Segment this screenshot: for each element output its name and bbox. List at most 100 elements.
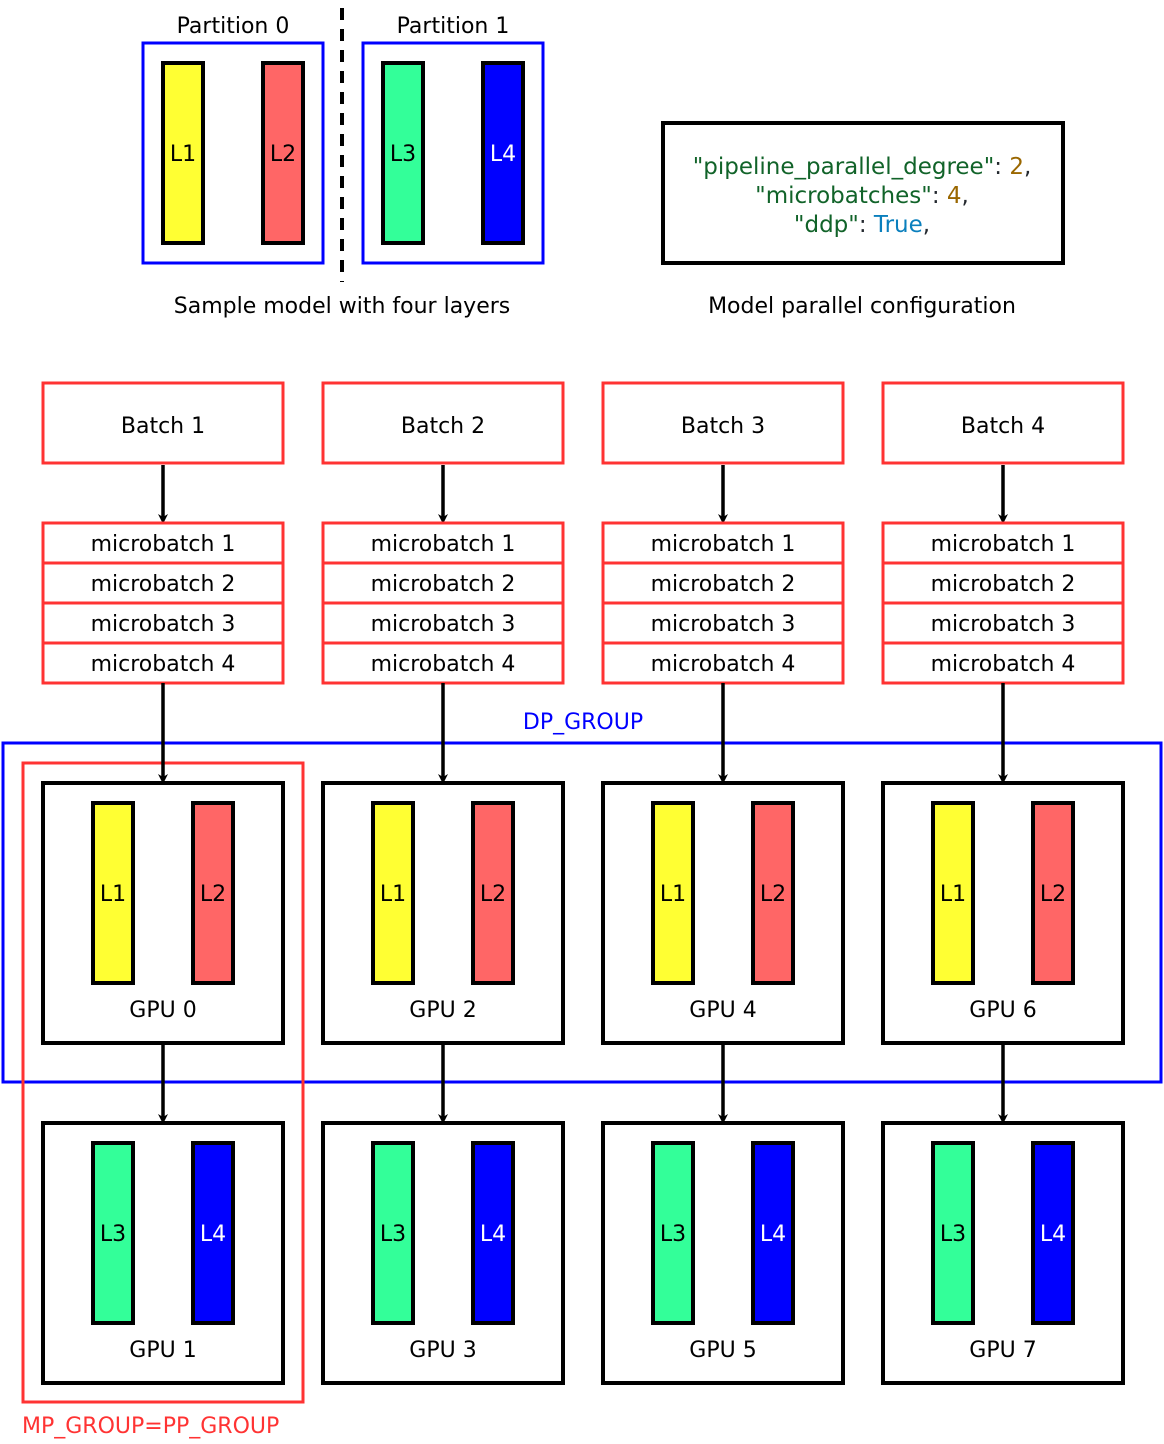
layer-label: L2 [480, 882, 506, 907]
model-caption: Sample model with four layers [174, 294, 511, 319]
microbatch-label: microbatch 4 [371, 652, 516, 677]
microbatch-label: microbatch 1 [931, 532, 1076, 557]
layer-label: L4 [1040, 1222, 1066, 1247]
partition-0: Partition 0 L1 L2 [141, 14, 325, 265]
config-line: "pipeline_parallel_degree": 2, [693, 154, 1032, 180]
microbatch-stack: microbatch 1 microbatch 2 microbatch 3 micr… [321, 521, 565, 685]
gpu-5: L3 L4 GPU 5 [601, 1121, 845, 1385]
microbatch-label: microbatch 4 [91, 652, 236, 677]
gpu-label: GPU 1 [129, 1338, 196, 1363]
parallelism-diagram: Partition 0 L1 L2 Partition 1 L3 L4 Sample mo… [1, 8, 1163, 1439]
gpu-6: L1 L2 GPU 6 [881, 781, 1125, 1045]
layer-label: L2 [760, 882, 786, 907]
dp-group-label: DP_GROUP [523, 710, 643, 735]
column-3: Batch 3microbatch 1microbatch 2microbatc… [601, 381, 845, 1385]
column-4: Batch 4 microbatch 1 microbatch 2 microbatc… [881, 381, 1125, 1385]
column-1: Batch 1microbatch 1microbatch 2microbatc… [41, 381, 285, 1385]
layer-l1: L1 [931, 801, 975, 985]
layer-l1: L1 [161, 61, 205, 245]
partition-label: Partition 1 [397, 14, 510, 39]
layer-l2: L2 [191, 801, 235, 985]
microbatch-label: microbatch 2 [651, 572, 796, 597]
layer-label: L2 [200, 882, 226, 907]
layer-l4: L4 [1031, 1141, 1075, 1325]
microbatch-label: microbatch 2 [931, 572, 1076, 597]
microbatch-stack: microbatch 1 microbatch 2 microbatch 3 micr… [601, 521, 845, 685]
batch-box: Batch 3 [601, 381, 845, 465]
layer-l3: L3 [91, 1141, 135, 1325]
layer-label: L4 [490, 142, 516, 167]
layer-label: L3 [660, 1222, 686, 1247]
layer-l4: L4 [471, 1141, 515, 1325]
layer-l4: L4 [481, 61, 525, 245]
layer-label: L2 [270, 142, 296, 167]
config-caption: Model parallel configuration [708, 294, 1016, 319]
microbatch-stack: microbatch 1 microbatch 2 microbatch 3 micr… [41, 521, 285, 685]
gpu-4: L1 L2 GPU 4 [601, 781, 845, 1045]
layer-label: L4 [480, 1222, 506, 1247]
batch-label: Batch 4 [961, 414, 1045, 439]
layer-label: L3 [940, 1222, 966, 1247]
microbatch-label: microbatch 3 [91, 612, 236, 637]
config-sep: : [859, 212, 874, 238]
layer-l3: L3 [371, 1141, 415, 1325]
layer-l2: L2 [471, 801, 515, 985]
gpu-label: GPU 5 [689, 1338, 756, 1363]
layer-l2: L2 [751, 801, 795, 985]
gpu-label: GPU 6 [969, 998, 1036, 1023]
microbatch-label: microbatch 4 [931, 652, 1076, 677]
partition-1: Partition 1 L3 L4 [361, 14, 545, 265]
layer-l1: L1 [371, 801, 415, 985]
layer-label: L4 [200, 1222, 226, 1247]
config-value: True [873, 212, 923, 238]
layer-label: L3 [100, 1222, 126, 1247]
gpu-label: GPU 0 [129, 998, 196, 1023]
layer-label: L3 [390, 142, 416, 167]
gpu-7: L3 L4 GPU 7 [881, 1121, 1125, 1385]
microbatch-label: microbatch 2 [371, 572, 516, 597]
config-value: 2 [1009, 154, 1024, 180]
gpu-3: L3 L4 GPU 3 [321, 1121, 565, 1385]
batch-box: Batch 4 [881, 381, 1125, 465]
microbatch-label: microbatch 4 [651, 652, 796, 677]
layer-label: L1 [380, 882, 406, 907]
gpu-label: GPU 4 [689, 998, 756, 1023]
layer-l1: L1 [91, 801, 135, 985]
layer-l4: L4 [751, 1141, 795, 1325]
batch-box: Batch 1 [41, 381, 285, 465]
batch-label: Batch 3 [681, 414, 765, 439]
config-sep: : [932, 183, 947, 209]
config-sep: : [994, 154, 1009, 180]
config-key: "pipeline_parallel_degree" [693, 154, 995, 180]
config-key: "microbatches" [755, 183, 932, 209]
microbatch-label: microbatch 1 [371, 532, 516, 557]
gpu-label: GPU 7 [969, 1338, 1036, 1363]
microbatch-label: microbatch 1 [651, 532, 796, 557]
microbatch-label: microbatch 3 [371, 612, 516, 637]
layer-label: L1 [100, 882, 126, 907]
layer-l2: L2 [261, 61, 305, 245]
column-2: Batch 2microbatch 1microbatch 2microbatc… [321, 381, 565, 1385]
microbatch-label: microbatch 3 [651, 612, 796, 637]
mp-group-label: MP_GROUP=PP_GROUP [22, 1414, 279, 1439]
batch-label: Batch 1 [121, 414, 205, 439]
config-trail: , [923, 212, 930, 238]
layer-label: L1 [170, 142, 196, 167]
model-partitions: Partition 0 L1 L2 Partition 1 L3 L4 Sample mo… [141, 8, 545, 319]
config-key: "ddp" [794, 212, 859, 238]
partition-label: Partition 0 [177, 14, 290, 39]
gpu-1: L3 L4 GPU 1 [41, 1121, 285, 1385]
layer-label: L4 [760, 1222, 786, 1247]
microbatch-label: microbatch 3 [931, 612, 1076, 637]
config-trail: , [1024, 154, 1031, 180]
config-line: "ddp": True, [794, 212, 930, 238]
config-line: "microbatches": 4, [755, 183, 969, 209]
layer-l3: L3 [931, 1141, 975, 1325]
layer-label: L1 [660, 882, 686, 907]
layer-label: L2 [1040, 882, 1066, 907]
batch-box: Batch 2 [321, 381, 565, 465]
layer-label: L1 [940, 882, 966, 907]
microbatch-label: microbatch 2 [91, 572, 236, 597]
gpu-2: L1 L2 GPU 2 [321, 781, 565, 1045]
layer-l3: L3 [651, 1141, 695, 1325]
